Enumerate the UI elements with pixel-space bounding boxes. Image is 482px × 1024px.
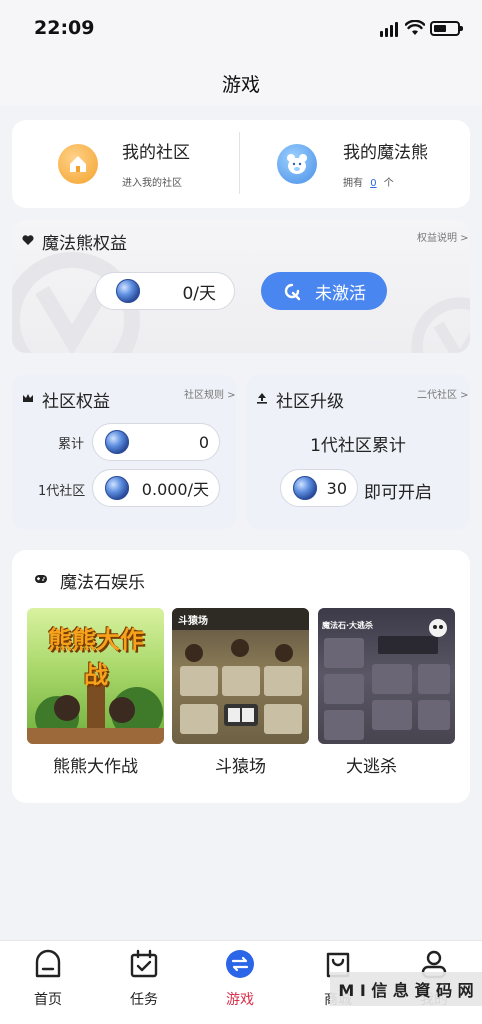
gen2-community-link[interactable]: 二代社区 > (417, 386, 469, 401)
upgrade-amount: 30 (326, 478, 347, 498)
activate-button[interactable]: 未激活 (261, 272, 387, 310)
rights-info-link[interactable]: 权益说明 > (417, 229, 469, 244)
gen1-value: 0.000/天 (141, 480, 209, 499)
home-tab-icon (35, 949, 61, 978)
my-bears-title: 我的魔法熊 (343, 143, 428, 163)
my-bears-count-line: 拥有 0 个 (343, 174, 394, 189)
ape-arena-art (172, 608, 309, 734)
bear-rights-card: 魔法熊权益 权益说明 > 0/天 未激活 (12, 220, 470, 353)
status-time: 22:09 (34, 17, 95, 39)
swap-arrows-icon (226, 950, 254, 978)
game-card-battle-royale[interactable]: 魔法石·大逃杀 (318, 608, 455, 744)
gamepad-icon (35, 575, 47, 583)
tab-tasks[interactable]: 任务 (104, 949, 184, 1009)
home-icon (58, 144, 98, 184)
ape-arena-art-title: 斗猿场 (178, 616, 208, 627)
bear-icon (277, 144, 317, 184)
nav-bar: 游戏 (0, 56, 482, 106)
magic-stone-icon (105, 430, 129, 454)
my-community-subtitle: 进入我的社区 (122, 178, 182, 189)
cellular-signal-icon (380, 22, 398, 37)
wifi-icon (405, 20, 425, 35)
tab-home[interactable]: 首页 (8, 949, 88, 1009)
my-bears-entry[interactable]: 我的魔法熊 拥有 0 个 (241, 120, 470, 208)
refresh-icon (284, 283, 301, 301)
magic-stone-icon (105, 476, 129, 500)
heart-icon (22, 235, 34, 245)
battery-icon (430, 21, 463, 36)
bear-count[interactable]: 0 (370, 178, 376, 189)
bear-rate-value: 0/天 (182, 283, 216, 304)
tab-home-label: 首页 (34, 992, 62, 1008)
bear-battle-art-title: 熊熊大作战 (48, 626, 144, 689)
battle-royale-art-title: 魔法石·大逃杀 (322, 621, 374, 630)
own-prefix: 拥有 (343, 178, 363, 189)
activate-label: 未激活 (315, 283, 366, 304)
upgrade-desc: 1代社区累计 (310, 436, 406, 456)
game-card-ape-arena[interactable]: 斗猿场 (172, 608, 309, 744)
community-upgrade-title: 社区升级 (276, 392, 344, 412)
cumulative-pill: 0 (92, 423, 220, 461)
my-community-title: 我的社区 (122, 143, 190, 163)
crown-icon (23, 394, 33, 402)
cumulative-label: 累计 (58, 437, 85, 452)
upload-icon (257, 393, 267, 404)
community-rules-link[interactable]: 社区规则 > (184, 386, 236, 401)
my-community-entry[interactable]: 我的社区 进入我的社区 (12, 120, 241, 208)
status-bar: 22:09 (0, 0, 482, 56)
divider (239, 132, 240, 194)
upgrade-amount-pill: 30 (280, 469, 358, 507)
watermark-logo-right (411, 297, 470, 353)
gen1-pill: 0.000/天 (92, 469, 220, 507)
page-title: 游戏 (221, 74, 260, 96)
community-rights-title: 社区权益 (42, 392, 110, 412)
game-name-ape-arena[interactable]: 斗猿场 (172, 752, 309, 777)
watermark-overlay: M I 信 息 資 码 网 (330, 972, 482, 1006)
tab-games[interactable]: 游戏 (200, 949, 280, 1009)
magic-stone-icon (116, 279, 140, 303)
magic-stone-icon (293, 476, 317, 500)
bear-unit: 个 (383, 178, 394, 189)
gen1-label: 1代社区 (38, 484, 86, 499)
community-upgrade-card: 社区升级 二代社区 > 1代社区累计 30 即可开启 (246, 374, 470, 530)
top-card: 我的社区 进入我的社区 我的魔法熊 拥有 0 个 (12, 120, 470, 208)
upgrade-suffix: 即可开启 (364, 483, 432, 503)
bear-rate-pill: 0/天 (95, 272, 235, 310)
game-name-bear-battle[interactable]: 熊熊大作战 (27, 752, 164, 777)
community-rights-card: 社区权益 社区规则 > 累计 0 1代社区 0.000/天 (12, 374, 236, 530)
bear-rights-title: 魔法熊权益 (42, 234, 127, 254)
tab-tasks-label: 任务 (130, 992, 158, 1008)
game-card-bear-battle[interactable]: 熊熊大作战 (27, 608, 164, 744)
cumulative-value: 0 (198, 432, 209, 452)
entertainment-title: 魔法石娱乐 (60, 573, 145, 593)
game-name-battle-royale[interactable]: 大逃杀 (303, 752, 440, 777)
calendar-check-icon (130, 949, 158, 978)
tab-games-label: 游戏 (226, 992, 254, 1008)
